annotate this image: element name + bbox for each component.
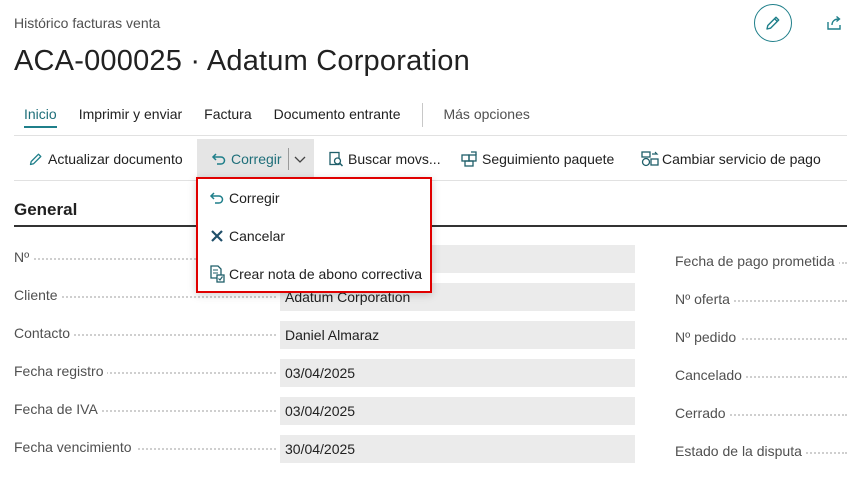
- field-row-fecha-registro: Fecha registro 03/04/2025: [14, 359, 635, 387]
- correct-button[interactable]: Corregir: [197, 139, 282, 179]
- menu-item-cancelar[interactable]: Cancelar: [208, 224, 285, 248]
- field-row-cancelado: Cancelado: [675, 360, 847, 388]
- field-row-fecha-pago-prometida: Fecha de pago prometida: [675, 246, 847, 274]
- undo-icon: [210, 150, 228, 168]
- tab-separator: [422, 103, 424, 127]
- pencil-icon: [27, 150, 45, 168]
- field-label: Contacto: [14, 325, 75, 341]
- find-entries-button[interactable]: Buscar movs...: [327, 139, 441, 179]
- track-package-label: Seguimiento paquete: [482, 151, 615, 167]
- search-document-icon: [327, 150, 345, 168]
- field-row-estado-disputa: Estado de la disputa: [675, 436, 847, 464]
- field-label: Fecha vencimiento: [14, 439, 136, 455]
- payment-service-icon: [641, 150, 659, 168]
- field-label: Fecha registro: [14, 363, 108, 379]
- breadcrumb: Histórico facturas venta: [14, 15, 161, 31]
- field-label: Estado de la disputa: [675, 443, 806, 459]
- chevron-down-icon: [294, 156, 306, 163]
- update-document-label: Actualizar documento: [48, 151, 183, 167]
- correct-dropdown-toggle[interactable]: [293, 139, 313, 179]
- field-row-contacto: Contacto Daniel Almaraz: [14, 321, 635, 349]
- field-label: Cerrado: [675, 405, 730, 421]
- correct-split-button: Corregir: [197, 139, 314, 179]
- field-label: Nº: [14, 249, 34, 265]
- close-icon: [208, 227, 226, 245]
- action-bar: Actualizar documento Corregir Buscar mov…: [14, 139, 847, 179]
- update-document-button[interactable]: Actualizar documento: [27, 139, 183, 179]
- correct-label: Corregir: [231, 151, 282, 167]
- divider: [14, 135, 847, 136]
- edit-button[interactable]: [754, 4, 792, 42]
- tab-mas-opciones[interactable]: Más opciones: [443, 106, 529, 128]
- field-label: Fecha de IVA: [14, 401, 102, 417]
- credit-memo-icon: [208, 265, 226, 283]
- menu-item-corregir[interactable]: Corregir: [208, 186, 280, 210]
- menu-item-label: Crear nota de abono correctiva: [229, 266, 422, 282]
- field-value-fecha-iva[interactable]: 03/04/2025: [280, 397, 635, 425]
- tab-factura[interactable]: Factura: [204, 106, 251, 128]
- tab-imprimir-y-enviar[interactable]: Imprimir y enviar: [79, 106, 182, 128]
- share-button[interactable]: [823, 12, 845, 34]
- field-value-contacto[interactable]: Daniel Almaraz: [280, 321, 635, 349]
- field-label: Nº pedido: [675, 329, 741, 345]
- change-payment-service-label: Cambiar servicio de pago: [662, 151, 821, 167]
- share-icon: [827, 15, 841, 30]
- field-row-no-oferta: Nº oferta: [675, 284, 847, 312]
- field-value-fecha-vencimiento[interactable]: 30/04/2025: [280, 435, 635, 463]
- split-divider: [287, 148, 289, 170]
- field-label: Nº oferta: [675, 291, 734, 307]
- tab-inicio[interactable]: Inicio: [24, 106, 57, 128]
- field-row-no-pedido: Nº pedido: [675, 322, 847, 350]
- menu-item-label: Cancelar: [229, 228, 286, 244]
- track-package-button[interactable]: Seguimiento paquete: [461, 139, 614, 179]
- field-label: Cancelado: [675, 367, 746, 383]
- field-row-fecha-vencimiento: Fecha vencimiento 30/04/2025: [14, 435, 635, 463]
- menu-item-label: Corregir: [229, 190, 280, 206]
- field-label: Fecha de pago prometida: [675, 253, 839, 269]
- page-title: ACA-000025 · Adatum Corporation: [14, 45, 470, 77]
- undo-icon: [208, 189, 226, 207]
- field-row-cerrado: Cerrado: [675, 398, 847, 426]
- change-payment-service-button[interactable]: Cambiar servicio de pago: [641, 139, 821, 179]
- field-value-fecha-registro[interactable]: 03/04/2025: [280, 359, 635, 387]
- pencil-icon: [766, 16, 780, 30]
- package-icon: [461, 150, 479, 168]
- field-label: Cliente: [14, 287, 62, 303]
- tab-bar: Inicio Imprimir y enviar Factura Documen…: [14, 103, 552, 130]
- section-title-general: General: [14, 200, 78, 219]
- tab-documento-entrante[interactable]: Documento entrante: [274, 106, 401, 128]
- field-row-fecha-iva: Fecha de IVA 03/04/2025: [14, 397, 635, 425]
- correct-dropdown-menu: Corregir Cancelar Crear nota de abono co…: [196, 177, 432, 293]
- find-entries-label: Buscar movs...: [348, 151, 441, 167]
- menu-item-crear-nota-abono-correctiva[interactable]: Crear nota de abono correctiva: [208, 262, 422, 286]
